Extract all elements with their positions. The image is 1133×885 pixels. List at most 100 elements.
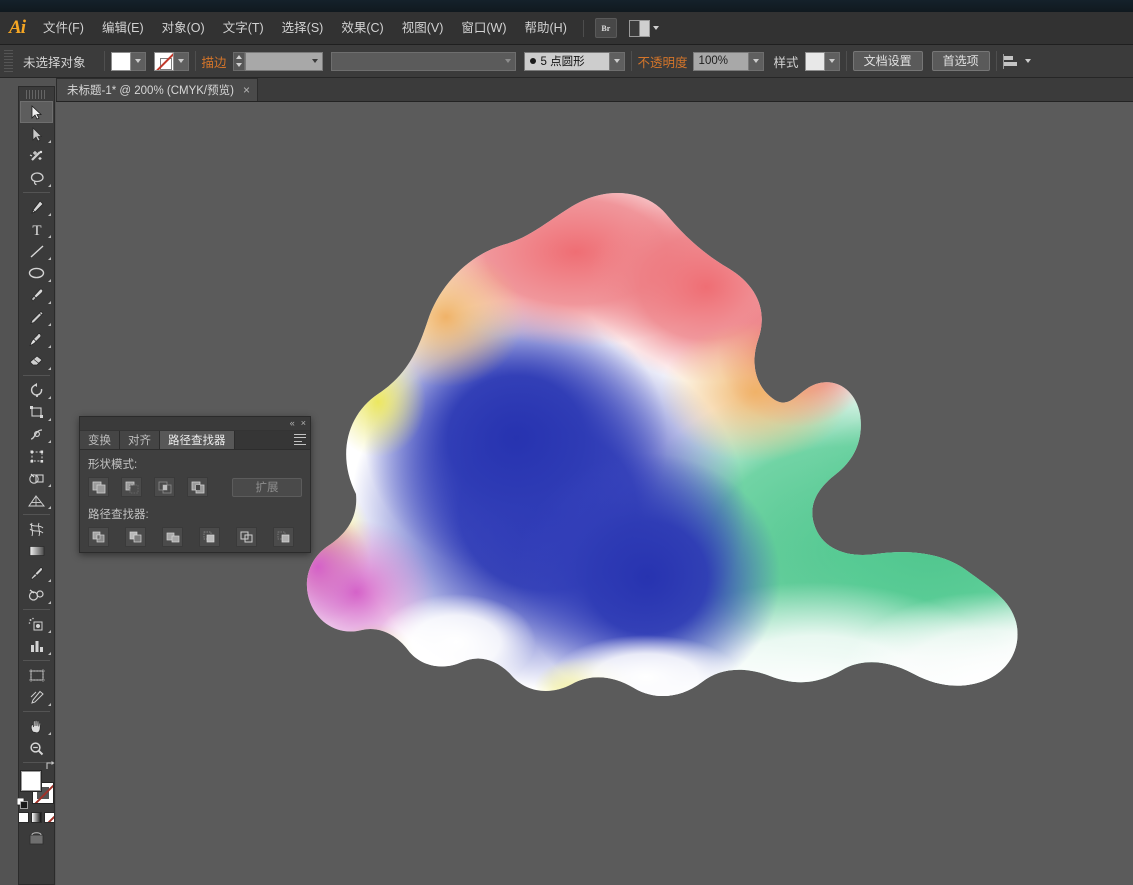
panel-menu-icon[interactable] [294, 434, 306, 445]
stroke-swatch-none[interactable] [153, 51, 174, 71]
blend-tool[interactable] [20, 584, 53, 606]
pathfinder-crop-button[interactable] [199, 527, 220, 547]
fill-color-control[interactable] [110, 51, 146, 71]
opacity-field[interactable]: 100% [692, 51, 749, 71]
toolbox-fill-swatch[interactable] [19, 770, 42, 792]
pencil-tool[interactable] [20, 306, 53, 328]
tab-transform[interactable]: 变换 [80, 431, 120, 449]
opacity-label[interactable]: 不透明度 [638, 52, 688, 71]
pen-tool[interactable] [20, 196, 53, 218]
color-swatch-button[interactable] [18, 812, 29, 823]
menu-window[interactable]: 窗口(W) [452, 12, 515, 45]
collapse-icon[interactable]: « [290, 419, 295, 428]
workspace-switcher[interactable] [628, 19, 659, 37]
eyedropper-tool[interactable] [20, 562, 53, 584]
pathfinder-minus-front-button[interactable] [121, 477, 142, 497]
menu-effect[interactable]: 效果(C) [332, 12, 392, 45]
menu-select[interactable]: 选择(S) [273, 12, 333, 45]
blob-brush-tool[interactable] [20, 328, 53, 350]
rotate-tool[interactable] [20, 379, 53, 401]
pathfinder-intersect-button[interactable] [154, 477, 175, 497]
bridge-icon[interactable]: Br [594, 18, 617, 38]
bridge-label: Br [601, 23, 611, 33]
stroke-dropdown-button[interactable] [173, 51, 189, 71]
toolbox-grip[interactable] [26, 90, 47, 99]
menu-file[interactable]: 文件(F) [34, 12, 93, 45]
brush-definition-field[interactable]: 5 点圆形 [523, 51, 610, 71]
toolbox-divider [23, 375, 50, 376]
menu-help[interactable]: 帮助(H) [516, 12, 576, 45]
symbol-sprayer-tool[interactable] [20, 613, 53, 635]
expand-button[interactable]: 扩展 [232, 477, 302, 497]
selection-tool[interactable] [20, 101, 53, 123]
variable-width-profile[interactable] [330, 51, 516, 71]
direct-selection-tool[interactable] [20, 123, 53, 145]
slice-tool[interactable] [20, 686, 53, 708]
type-tool[interactable]: T [20, 218, 53, 240]
stroke-weight-label[interactable]: 描边 [202, 52, 227, 71]
panel-title-bar[interactable]: « × [80, 417, 310, 431]
graphic-style-swatch[interactable] [804, 51, 825, 71]
shape-builder-tool[interactable] [20, 467, 53, 489]
pathfinder-trim-button[interactable] [125, 527, 146, 547]
close-icon[interactable]: × [301, 419, 306, 428]
brush-dropdown-button[interactable] [609, 51, 625, 71]
menu-view[interactable]: 视图(V) [393, 12, 453, 45]
line-segment-tool[interactable] [20, 240, 53, 262]
gradient-swatch-button[interactable] [31, 812, 42, 823]
opacity-dropdown-button[interactable] [748, 51, 764, 71]
screen-mode-button[interactable] [28, 831, 45, 848]
paintbrush-tool[interactable] [20, 284, 53, 306]
toolbox-panel: T [16, 86, 55, 885]
align-options-control[interactable] [1002, 53, 1031, 69]
preferences-button[interactable]: 首选项 [931, 51, 990, 71]
stroke-weight-stepper[interactable] [232, 51, 245, 71]
style-dropdown-button[interactable] [824, 51, 840, 71]
stroke-color-control[interactable] [153, 51, 189, 71]
artboard-tool[interactable] [20, 664, 53, 686]
divider [845, 51, 847, 71]
pathfinder-unite-button[interactable] [88, 477, 109, 497]
perspective-grid-tool[interactable] [20, 489, 53, 511]
panel-body: 形状模式: 扩展 路径查找器: [80, 450, 310, 547]
width-tool[interactable] [20, 423, 53, 445]
swap-fill-stroke-icon[interactable] [45, 760, 56, 771]
mesh-tool[interactable] [20, 518, 53, 540]
tab-pathfinder[interactable]: 路径查找器 [160, 431, 235, 449]
menu-type[interactable]: 文字(T) [214, 12, 273, 45]
document-tab[interactable]: 未标题-1* @ 200% (CMYK/预览) × [56, 78, 258, 101]
free-transform-tool[interactable] [20, 445, 53, 467]
pathfinders-row [88, 527, 302, 547]
pathfinder-panel[interactable]: « × 变换 对齐 路径查找器 形状模式: 扩展 路径查找器: [79, 416, 311, 553]
gradient-tool[interactable] [20, 540, 53, 562]
ellipse-tool[interactable] [20, 262, 53, 284]
toolbox-divider [23, 609, 50, 610]
fill-stroke-control[interactable] [16, 761, 54, 809]
pathfinder-merge-button[interactable] [162, 527, 183, 547]
menu-edit[interactable]: 编辑(E) [93, 12, 153, 45]
stroke-weight-field[interactable] [244, 51, 323, 71]
menu-object[interactable]: 对象(O) [153, 12, 214, 45]
tab-align[interactable]: 对齐 [120, 431, 160, 449]
column-graph-tool[interactable] [20, 635, 53, 657]
pathfinder-exclude-button[interactable] [187, 477, 208, 497]
chevron-down-icon [134, 59, 141, 63]
pathfinder-outline-button[interactable] [236, 527, 257, 547]
magic-wand-tool[interactable] [20, 145, 53, 167]
close-icon[interactable]: × [243, 84, 250, 96]
control-bar-grip[interactable] [4, 50, 13, 72]
hand-tool[interactable] [20, 715, 53, 737]
fill-swatch[interactable] [110, 51, 131, 71]
zoom-tool[interactable] [20, 737, 53, 759]
pathfinder-minus-back-button[interactable] [273, 527, 294, 547]
none-swatch-button[interactable] [44, 812, 55, 823]
chevron-down-icon [752, 59, 759, 63]
window-title-bar [0, 0, 1133, 12]
lasso-tool[interactable] [20, 167, 53, 189]
eraser-tool[interactable] [20, 350, 53, 372]
scale-tool[interactable] [20, 401, 53, 423]
fill-dropdown-button[interactable] [130, 51, 146, 71]
document-setup-button[interactable]: 文档设置 [852, 51, 923, 71]
pathfinder-divide-button[interactable] [88, 527, 109, 547]
default-fill-stroke-icon[interactable] [16, 798, 28, 809]
